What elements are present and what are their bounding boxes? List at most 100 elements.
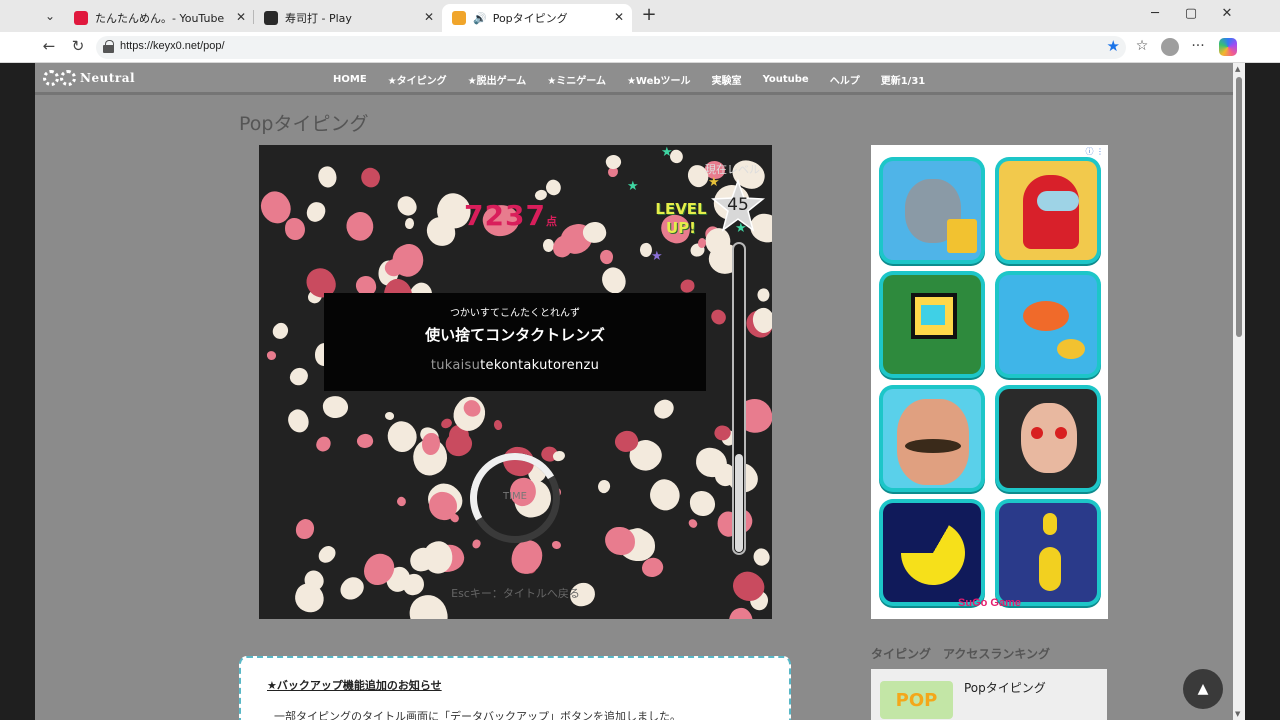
level-up-line1: LEVEL [655,200,707,218]
ad-game-tile[interactable] [995,271,1101,378]
ad-game-tile[interactable] [879,499,985,606]
nav-help[interactable]: ヘルプ [830,72,860,87]
speaker-icon[interactable]: 🔊 [473,12,487,25]
favorite-star-icon[interactable]: ★ [1107,37,1120,55]
close-icon[interactable]: ✕ [614,10,624,24]
ranking-title: タイピング アクセスランキング [871,647,1051,661]
popcorn-particle [384,411,395,421]
star-icon: ★ [661,145,673,160]
nav-home[interactable]: HOME [333,74,367,85]
nav-escape-games[interactable]: ★脱出ゲーム [468,72,527,87]
nav-mini-games[interactable]: ★ミニゲーム [547,72,606,87]
tab-title: たんたんめん。- YouTube [95,12,225,25]
baby-in-yellow-icon [999,389,1097,488]
sushida-favicon-icon [264,11,278,25]
talking-tom-icon [883,161,981,260]
popcorn-particle [644,474,686,516]
romaji-typed: tukaisu [430,358,481,373]
gear-icon [43,70,59,86]
profile-avatar[interactable] [1161,38,1179,56]
ranking-item-label: Popタイピング [964,681,1046,695]
escape-hint: Escキー：タイトルへ戻る [451,587,580,600]
notice-title[interactable]: ★バックアップ機能追加のお知らせ [267,677,442,693]
popcorn-particle [598,248,615,266]
ad-game-tile[interactable] [879,271,985,378]
site-logo[interactable]: Neutral [43,70,135,86]
popcorn-particle [595,477,613,496]
ranking-thumbnail: POP [880,681,953,719]
tab-list-button[interactable]: ⌄ [38,5,62,27]
back-button[interactable]: ← [38,37,60,55]
new-tab-button[interactable]: + [638,4,660,28]
ad-game-tile[interactable] [995,499,1101,606]
popcorn-particle [284,217,306,241]
fish-game-icon [999,275,1097,374]
popcorn-particle [650,395,678,423]
game-canvas[interactable]: ★ ★ ★ ★ ★ ★ 7237点 現在レベル LEVEL UP! 45 つかい… [259,145,772,619]
ad-brand[interactable]: SuGo Game [871,597,1108,609]
popcorn-particle [295,518,315,540]
notice-body: 一部タイピングのタイトル画面に「データバックアップ」ボタンを追加しました。 [274,710,681,720]
site-navigation: Neutral HOME ★タイピング ★脱出ゲーム ★ミニゲーム ★Webツー… [35,63,1233,95]
geometry-dash-icon [883,275,981,374]
ad-game-tile[interactable] [995,385,1101,492]
popcorn-particle [604,526,636,556]
more-menu-icon[interactable]: ··· [1187,38,1209,54]
page-title: Popタイピング [239,113,369,135]
page-scrollbar[interactable]: ▲ ▼ [1233,63,1245,720]
minimize-button[interactable]: ─ [1140,6,1170,21]
nav-menu: HOME ★タイピング ★脱出ゲーム ★ミニゲーム ★Webツール 実験室 Yo… [333,63,946,95]
prompt-romaji: tukaisutekontakutorenzu [324,358,706,373]
ranking-item[interactable]: POP Popタイピング [871,669,1107,720]
popcorn-particle [315,542,339,567]
popcorn-particle [286,364,312,389]
tab-pop-typing[interactable]: 🔊 Popタイピング ✕ [442,4,632,32]
close-icon[interactable]: ✕ [424,10,434,24]
nav-web-tools[interactable]: ★Webツール [627,72,691,87]
pacman-icon [883,503,981,602]
popcorn-particle [687,517,699,530]
maximize-button[interactable]: ▢ [1176,6,1206,21]
page-viewport: Neutral HOME ★タイピング ★脱出ゲーム ★ミニゲーム ★Webツー… [35,63,1245,720]
tab-sushida[interactable]: 寿司打 - Play ✕ [254,4,442,32]
nav-lab[interactable]: 実験室 [712,72,742,87]
tab-youtube[interactable]: たんたんめん。- YouTube ✕ [64,4,254,32]
url-text: https://keyx0.net/pop/ [120,40,225,52]
romaji-remaining: tekontakutorenzu [480,358,600,373]
ad-game-tile[interactable] [879,157,985,264]
copilot-icon[interactable] [1219,38,1237,56]
popcorn-particle [321,394,350,420]
popcorn-particle [314,434,333,454]
nav-updated[interactable]: 更新1/31 [881,72,926,87]
url-field[interactable]: https://keyx0.net/pop/ ★ [96,36,1126,59]
ad-game-tile[interactable] [995,157,1101,264]
ad-game-tile[interactable] [879,385,985,492]
popcorn-particle [394,193,420,219]
hello-neighbor-icon [883,389,981,488]
scroll-down-icon[interactable]: ▼ [1235,710,1240,718]
progress-gauge [732,242,746,555]
info-icon[interactable]: ⓘ ⋮ [1085,146,1104,157]
ad-panel[interactable]: ⓘ ⋮ SuGo Game [871,145,1108,619]
scrollbar-thumb[interactable] [1236,77,1242,337]
popcorn-particle [315,163,340,191]
reload-button[interactable]: ↻ [67,37,89,55]
back-to-top-button[interactable]: ▲ [1183,669,1223,709]
popcorn-particle [679,278,696,294]
pop-favicon-icon [452,11,466,25]
progress-gauge-fill [735,454,743,552]
level-up-line2: UP! [665,219,696,237]
close-icon[interactable]: ✕ [236,10,246,24]
nav-youtube[interactable]: Youtube [763,74,809,85]
popcorn-particle [708,307,729,327]
lock-icon [102,39,116,55]
notice-box: ★バックアップ機能追加のお知らせ 一部タイピングのタイトル画面に「データバックア… [239,656,791,720]
level-label: 現在レベル [705,163,760,176]
popcorn-particle [471,538,482,550]
scroll-up-icon[interactable]: ▲ [1235,65,1240,73]
close-window-button[interactable]: ✕ [1212,6,1242,21]
nav-typing[interactable]: ★タイピング [388,72,447,87]
popcorn-particle [355,432,375,450]
popcorn-particle [269,320,292,342]
favorites-icon[interactable]: ☆ [1131,38,1153,54]
